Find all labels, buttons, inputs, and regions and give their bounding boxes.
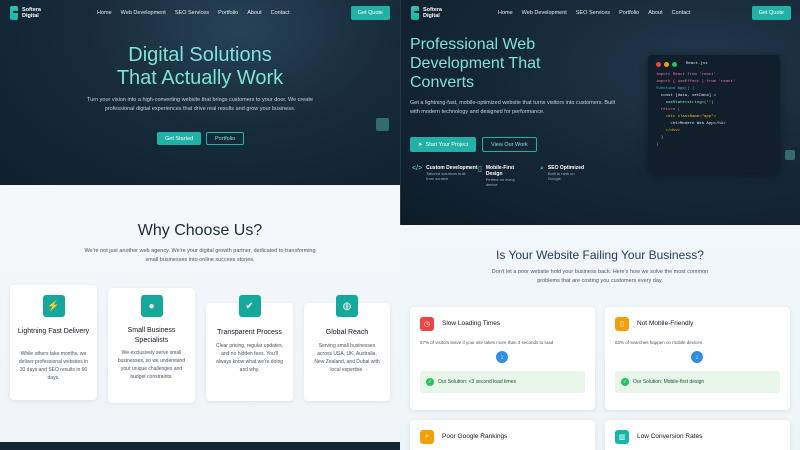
code-line: ) xyxy=(656,136,664,140)
nav-item-contact[interactable]: Contact xyxy=(672,10,691,16)
card-text: Serving small businesses across USA, UK,… xyxy=(314,343,380,373)
code-body: import React from 'react' import { useEff… xyxy=(656,72,772,149)
logo[interactable]: Softera Digital xyxy=(411,6,453,20)
code-line: <h1>Modern Web App</h1> xyxy=(656,122,726,126)
card-title: Lightning Fast Delivery xyxy=(17,328,90,335)
nav-item-home[interactable]: Home xyxy=(498,10,513,16)
problem-card: ▥ Low Conversion Rates xyxy=(605,420,790,450)
hero-subtitle: Turn your vision into a high-converting … xyxy=(87,97,313,112)
code-line: const [data, setData] = xyxy=(656,94,717,98)
problem-text: 57% of visitors leave if your site takes… xyxy=(420,340,554,345)
code-line: import { useEffect } from 'react' xyxy=(656,80,736,84)
hero-title: Professional Web Development That Conver… xyxy=(410,36,541,91)
card-title: Global Reach xyxy=(325,329,369,336)
feature-mobile-first: ▯ Mobile-First Design Perfect on every de… xyxy=(478,165,515,187)
view-work-button[interactable]: View Our Work xyxy=(482,137,537,152)
hero-section xyxy=(0,0,400,185)
lightning-icon: ⚡ xyxy=(42,295,65,317)
window-controls: React.jsx xyxy=(656,61,772,68)
logo[interactable]: Softera Digital xyxy=(10,6,52,20)
code-line: import React from 'react' xyxy=(656,73,717,77)
problem-title: Low Conversion Rates xyxy=(637,433,703,440)
code-line: } xyxy=(656,143,659,147)
code-line: useState<string>('') xyxy=(656,101,714,105)
code-line: return ( xyxy=(656,108,681,112)
solution-banner: ✓ Our Solution: <3 second load times xyxy=(420,371,585,393)
problem-text: 63% of searches happen on mobile devices xyxy=(615,340,703,345)
location-pin-icon: ● xyxy=(140,295,163,317)
search-icon: ⌕ xyxy=(420,430,434,444)
problems-subtitle: Don't let a poor website hold your busin… xyxy=(491,269,709,284)
why-title: Why Choose Us? xyxy=(137,222,263,239)
card-title: Transparent Process xyxy=(217,329,282,336)
code-icon: </> xyxy=(412,165,423,172)
nav-item-about[interactable]: About xyxy=(247,10,261,16)
solution-banner: ✓ Our Solution: Mobile-first design xyxy=(615,371,780,393)
start-project-button[interactable]: ➤ Start Your Project xyxy=(410,137,477,152)
nav-item-portfolio[interactable]: Portfolio xyxy=(218,10,238,16)
code-line: function App() { xyxy=(656,87,695,91)
nav-item-seo-services[interactable]: SEO Services xyxy=(175,10,209,16)
mobile-icon: ▯ xyxy=(615,317,629,331)
get-started-button[interactable]: Get Started xyxy=(157,132,202,145)
checkmark-icon: ✔ xyxy=(238,295,261,317)
problem-title: Not Mobile-Friendly xyxy=(637,320,694,327)
navbar: Softera Digital Home Web Development SEO … xyxy=(0,0,400,26)
feature-card: ◍ Global Reach Serving small businesses … xyxy=(304,295,390,401)
card-text: Clear pricing, regular updates, and no h… xyxy=(215,343,284,373)
nav-item-seo-services[interactable]: SEO Services xyxy=(576,10,610,16)
send-icon: ➤ xyxy=(418,141,423,148)
footer-strip xyxy=(0,442,400,450)
code-line: </div> xyxy=(656,129,681,133)
problem-card: ⌕ Poor Google Rankings xyxy=(410,420,595,450)
arrow-down-icon: ↓ xyxy=(496,351,508,363)
why-subtitle: We're not just another web agency. We're… xyxy=(84,248,316,263)
decorative-square xyxy=(785,150,795,160)
feature-card: ✔ Transparent Process Clear pricing, reg… xyxy=(206,295,293,401)
code-filename: React.jsx xyxy=(686,62,708,66)
portfolio-button[interactable]: Portfolio xyxy=(206,132,245,145)
card-text: We exclusively serve small businesses, s… xyxy=(117,350,186,380)
nav-item-about[interactable]: About xyxy=(648,10,662,16)
hero-title-line1: Digital Solutions xyxy=(128,44,272,66)
search-icon: ⌕ xyxy=(540,165,544,172)
code-editor-card: React.jsx import React from 'react' impor… xyxy=(648,55,780,173)
problem-card: ▯ Not Mobile-Friendly 63% of searches ha… xyxy=(605,307,790,410)
nav-item-web-development[interactable]: Web Development xyxy=(121,10,166,16)
navbar: Softera Digital Home Web Development SEO … xyxy=(401,0,800,26)
card-title: Small Business Specialists xyxy=(127,327,176,344)
nav-menu: Home Web Development SEO Services Portfo… xyxy=(498,10,691,16)
check-icon: ✓ xyxy=(621,378,629,386)
nav-item-contact[interactable]: Contact xyxy=(271,10,290,16)
logo-icon xyxy=(10,6,18,20)
nav-menu: Home Web Development SEO Services Portfo… xyxy=(97,10,290,16)
feature-card: ⚡ Lightning Fast Delivery While others t… xyxy=(10,285,97,400)
mobile-icon: ▯ xyxy=(478,166,482,173)
feature-custom-development: </> Custom Development Tailored solutions… xyxy=(412,165,478,181)
nav-item-portfolio[interactable]: Portfolio xyxy=(619,10,639,16)
hero-subtitle: Get a lightning-fast, mobile-optimized w… xyxy=(410,100,616,115)
nav-item-web-development[interactable]: Web Development xyxy=(522,10,567,16)
home-page-panel: Softera Digital Home Web Development SEO … xyxy=(0,0,400,450)
logo-icon xyxy=(411,6,419,20)
get-quote-button[interactable]: Get Quote xyxy=(350,6,390,20)
decorative-square xyxy=(376,118,389,131)
globe-icon: ◍ xyxy=(336,295,358,317)
problem-card: ◷ Slow Loading Times 57% of visitors lea… xyxy=(410,307,595,410)
feature-seo-optimized: ⌕ SEO Optimized Built to rank on Google xyxy=(540,165,585,181)
feature-card: ● Small Business Specialists We exclusiv… xyxy=(108,288,195,403)
card-text: While others take months, we deliver pro… xyxy=(18,351,89,381)
chart-icon: ▥ xyxy=(615,430,629,444)
nav-item-home[interactable]: Home xyxy=(97,10,112,16)
problem-title: Poor Google Rankings xyxy=(442,433,508,440)
code-line: <div className="app"> xyxy=(656,115,717,119)
hero-title-line2: That Actually Work xyxy=(116,67,284,89)
arrow-down-icon: ↓ xyxy=(691,351,703,363)
get-quote-button[interactable]: Get Quote xyxy=(751,6,791,20)
problem-title: Slow Loading Times xyxy=(442,320,501,327)
clock-icon: ◷ xyxy=(420,317,434,331)
check-icon: ✓ xyxy=(426,378,434,386)
problems-title: Is Your Website Failing Your Business? xyxy=(496,248,704,262)
